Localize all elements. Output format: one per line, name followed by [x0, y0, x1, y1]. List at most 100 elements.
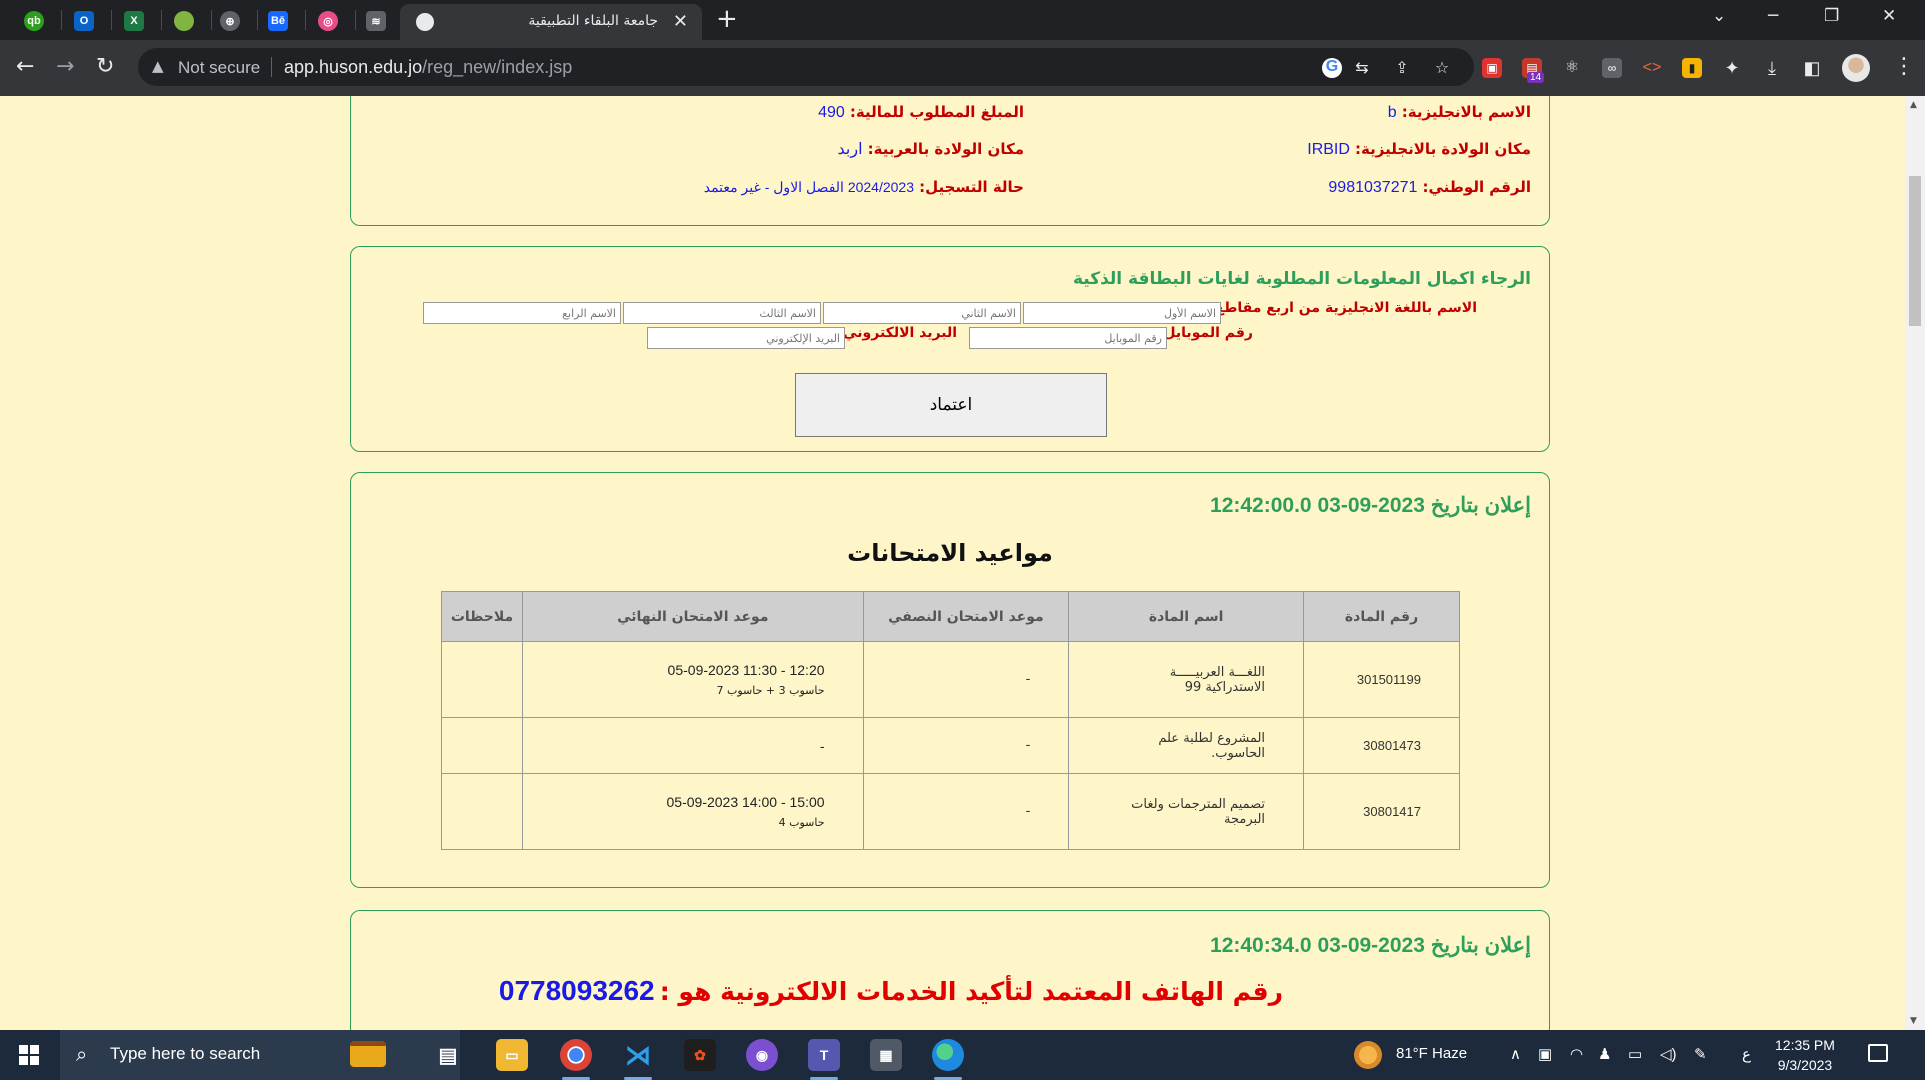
battery-icon[interactable]: ▭ [1628, 1045, 1642, 1063]
first-name-input[interactable] [1023, 302, 1221, 324]
pinned-tab-web[interactable]: ⊕ [210, 6, 250, 36]
second-name-input[interactable] [823, 302, 1021, 324]
teams-tray-icon[interactable]: ♟ [1598, 1045, 1611, 1063]
exams-table: رقم المادة اسم المادة موعد الامتحان النص… [440, 591, 1460, 850]
notes-cell [440, 717, 524, 774]
forward-button[interactable]: → [56, 54, 74, 79]
weather-text[interactable]: 81°F Haze [1396, 1045, 1467, 1062]
weather-haze-icon[interactable] [1354, 1041, 1382, 1069]
google-lens-icon[interactable]: G [1322, 58, 1342, 78]
github-desktop-icon[interactable]: ◉ [746, 1039, 778, 1071]
wifi-icon[interactable]: ◠ [1570, 1045, 1583, 1063]
smart-card-heading: الرجاء اكمال المعلومات المطلوبة لغايات ا… [1072, 269, 1531, 289]
third-name-input[interactable] [623, 302, 821, 324]
not-secure-label[interactable]: Not secure [178, 58, 260, 78]
birthplace-ar-row: مكان الولادة بالعربية: اربد [837, 140, 1024, 158]
exams-title: مواعيد الامتحانات [847, 539, 1053, 567]
scroll-down-arrow-icon[interactable]: ▼ [1910, 1016, 1917, 1026]
email-input[interactable] [647, 327, 845, 349]
translate-icon[interactable]: ⇆ [1352, 58, 1372, 78]
download-icon[interactable]: ⤓ [1762, 58, 1782, 78]
tray-chevron-icon[interactable]: ∧ [1510, 1045, 1521, 1063]
phone-announcement-text: رقم الهاتف المعتمد لتأكيد الخدمات الالكت… [659, 977, 1283, 1006]
code-icon[interactable]: <> [1642, 58, 1662, 78]
col-header-name: اسم المادة [1068, 591, 1305, 642]
address-bar[interactable]: ▲ Not secure app.huson.edu.jo/reg_new/in… [138, 48, 1474, 86]
tray-meet-icon[interactable]: ▣ [1538, 1045, 1552, 1063]
extensions-puzzle-icon[interactable]: ✦ [1722, 58, 1742, 78]
restore-button[interactable]: ❐ [1824, 6, 1839, 26]
chrome-icon[interactable] [560, 1039, 592, 1071]
notification-center-icon[interactable] [1868, 1044, 1888, 1062]
extension-record-icon[interactable]: ▣ [1482, 58, 1502, 78]
extension-yellow-icon[interactable]: ▮ [1682, 58, 1702, 78]
globe-icon: ⊕ [220, 11, 240, 31]
table-row: 301501199 اللغـــة العربيـــــة الاستدرا… [440, 641, 1460, 718]
pinned-tab-excel[interactable]: X [114, 6, 154, 36]
back-button[interactable]: ← [16, 54, 34, 79]
final-exam-cell: 05-09-2023 11:30 - 12:20 حاسوب 3 + حاسوب… [522, 641, 864, 718]
taskbar-clock[interactable]: 12:35 PM 9/3/2023 [1775, 1035, 1835, 1075]
task-view-icon[interactable]: ▤ [432, 1039, 464, 1071]
course-name: المشروع لطلبة علم الحاسوب. [1068, 717, 1305, 774]
outlook-icon: O [74, 11, 94, 31]
figma-icon[interactable]: ✿ [684, 1039, 716, 1071]
course-code: 30801417 [1303, 773, 1460, 850]
phone-number: 0778093262 [498, 975, 655, 1006]
input-language[interactable]: ع [1742, 1045, 1751, 1063]
midterm-date: - [862, 641, 1070, 718]
teams-icon[interactable]: T [808, 1039, 840, 1071]
react-devtools-icon[interactable]: ⚛ [1562, 58, 1582, 78]
exams-announcement-panel: إعلان بتاريخ 2023-09-03 12:42:00.0 مواعي… [350, 472, 1550, 888]
final-exam-place: حاسوب 3 + حاسوب 7 [716, 684, 825, 697]
submit-button[interactable]: اعتماد [795, 373, 1107, 437]
pinned-tab-qb[interactable]: qb [14, 6, 54, 36]
warning-icon[interactable]: ▲ [152, 57, 164, 75]
fourth-name-input[interactable] [423, 302, 621, 324]
reload-button[interactable]: ↻ [96, 54, 114, 79]
share-icon[interactable]: ⇪ [1392, 58, 1412, 78]
new-tab-button[interactable]: + [716, 4, 738, 34]
calculator-icon[interactable]: ▦ [870, 1039, 902, 1071]
pinned-tab-outlook[interactable]: O [64, 6, 104, 36]
browser-tab-strip: qb O X ⊕ Bē ◎ ≋ جامعة البلقاء التطبيقية … [0, 0, 1925, 40]
col-header-notes: ملاحظات [440, 591, 524, 642]
taskbar-search-box[interactable]: ⌕ Type here to search [60, 1030, 460, 1080]
windows-start-icon[interactable] [19, 1045, 39, 1065]
pinned-tab-envato[interactable] [164, 6, 204, 36]
bookmark-star-icon[interactable]: ☆ [1432, 58, 1452, 78]
volume-icon[interactable]: ◁) [1660, 1045, 1677, 1063]
tab-search-chevron-icon[interactable]: ⌄ [1712, 6, 1726, 26]
scrollbar-thumb[interactable] [1909, 176, 1921, 326]
page-scrollbar[interactable]: ▲ ▼ [1905, 96, 1925, 1030]
announcement-date: إعلان بتاريخ 2023-09-03 12:40:34.0 [1210, 934, 1531, 957]
profile-avatar[interactable] [1842, 54, 1870, 82]
phone-announcement-line: رقم الهاتف المعتمد لتأكيد الخدمات الالكت… [499, 975, 1283, 1007]
birthplace-ar-value: اربد [837, 141, 863, 158]
extension-glasses-icon[interactable]: ∞ [1602, 58, 1622, 78]
pinned-tab-dribbble[interactable]: ◎ [308, 6, 348, 36]
edge-icon[interactable] [932, 1039, 964, 1071]
scroll-up-arrow-icon[interactable]: ▲ [1910, 100, 1917, 110]
browser-menu-icon[interactable]: ⋮ [1893, 54, 1915, 79]
extension-badge: 14 [1527, 72, 1545, 83]
name-en-value: b [1387, 104, 1397, 121]
side-panel-icon[interactable]: ◧ [1802, 58, 1822, 78]
file-explorer-icon[interactable]: ▭ [496, 1039, 528, 1071]
close-tab-icon[interactable]: ✕ [673, 11, 688, 32]
dribbble-icon: ◎ [318, 11, 338, 31]
pinned-tab-layers[interactable]: ≋ [356, 6, 396, 36]
close-window-button[interactable]: ✕ [1882, 6, 1896, 26]
active-tab-title: جامعة البلقاء التطبيقية [528, 13, 658, 29]
clock-time: 12:35 PM [1775, 1037, 1835, 1053]
pen-icon[interactable]: ✎ [1694, 1045, 1707, 1063]
url-text[interactable]: app.huson.edu.jo/reg_new/index.jsp [284, 57, 572, 78]
mobile-input[interactable] [969, 327, 1167, 349]
pinned-tab-behance[interactable]: Bē [258, 6, 298, 36]
vscode-icon[interactable]: ⋊ [622, 1039, 654, 1071]
browser-toolbar: ← → ↻ ▲ Not secure app.huson.edu.jo/reg_… [0, 40, 1925, 96]
national-id-value: 9981037271 [1328, 179, 1418, 196]
active-tab[interactable]: جامعة البلقاء التطبيقية ✕ [400, 4, 702, 40]
excel-icon: X [124, 11, 144, 31]
minimize-button[interactable]: ─ [1768, 6, 1778, 26]
